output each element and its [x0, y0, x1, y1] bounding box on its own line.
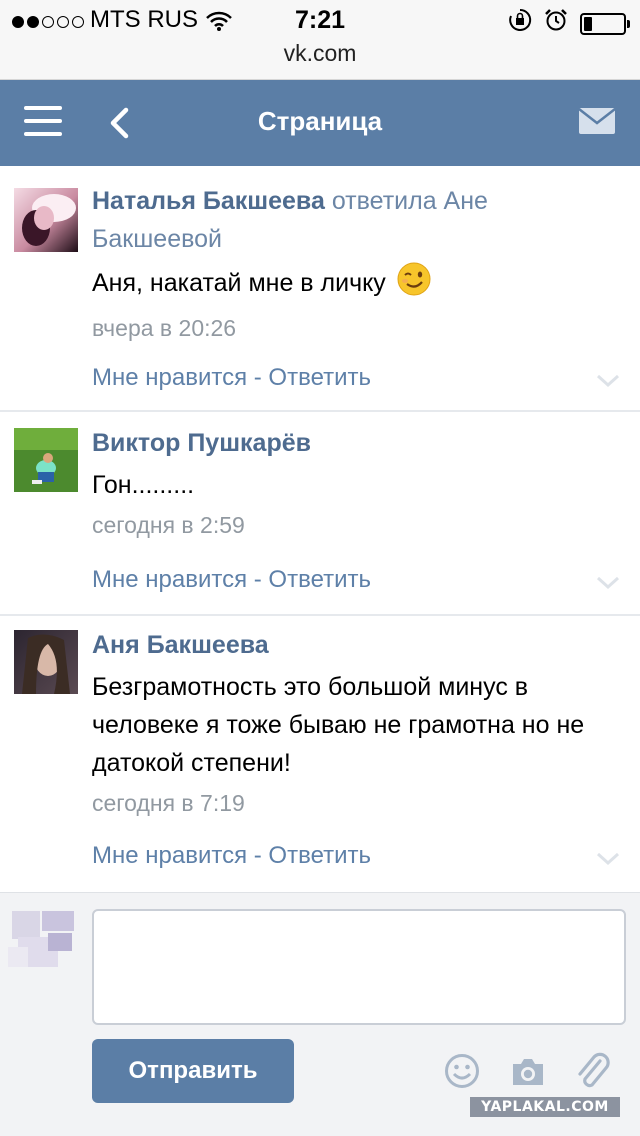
- page-title: Страница: [257, 106, 383, 136]
- comment-item: Аня Бакшеева Безграмотность это большой …: [0, 616, 640, 892]
- alarm-icon: [544, 8, 568, 39]
- comment-actions: Мне нравится - Ответить: [92, 364, 371, 392]
- winking-face-emoji-icon: [397, 262, 431, 307]
- author-name[interactable]: Виктор Пушкарёв: [92, 429, 311, 457]
- comment-text: Гон.........: [92, 471, 195, 499]
- comment-text-content: Аня, накатай мне в личку: [92, 269, 386, 298]
- avatar[interactable]: [14, 630, 78, 694]
- watermark: YAPLAKAL.COM: [470, 1097, 620, 1117]
- comment-text: Аня, накатай мне в личку: [92, 262, 620, 307]
- like-link[interactable]: Мне нравится: [92, 364, 247, 391]
- reply-link[interactable]: Ответить: [268, 842, 371, 869]
- action-separator: -: [247, 364, 269, 391]
- rotation-lock-icon: [508, 8, 532, 39]
- comment-author[interactable]: Наталья Бакшеева ответила Ане Бакшеевой: [92, 182, 620, 258]
- comment-item: Виктор Пушкарёв Гон......... сегодня в 2…: [0, 412, 640, 616]
- send-button[interactable]: Отправить: [92, 1039, 294, 1103]
- comment-author[interactable]: Аня Бакшеева: [92, 626, 620, 664]
- envelope-icon[interactable]: [578, 107, 616, 140]
- comment-author[interactable]: Виктор Пушкарёв: [92, 424, 620, 462]
- app-header: Страница: [0, 80, 640, 166]
- comments-list: Наталья Бакшеева ответила Ане Бакшеевой …: [0, 166, 640, 892]
- comment-timestamp: сегодня в 2:59: [92, 512, 245, 538]
- comment-timestamp: вчера в 20:26: [92, 315, 237, 341]
- like-link[interactable]: Мне нравится: [92, 566, 247, 593]
- reply-link[interactable]: Ответить: [268, 364, 371, 391]
- action-separator: -: [247, 566, 269, 593]
- author-name[interactable]: Аня Бакшеева: [92, 631, 269, 659]
- action-separator: -: [247, 842, 269, 869]
- avatar[interactable]: [14, 188, 78, 252]
- comment-text: Безграмотность это большой минус в челов…: [92, 673, 585, 777]
- camera-icon[interactable]: [510, 1057, 546, 1092]
- battery-icon: [580, 12, 630, 35]
- comment-item: Наталья Бакшеева ответила Ане Бакшеевой …: [0, 166, 640, 412]
- chevron-down-icon[interactable]: [596, 576, 620, 590]
- comment-actions: Мне нравится - Ответить: [92, 842, 371, 870]
- paperclip-icon[interactable]: [574, 1051, 610, 1096]
- chevron-down-icon[interactable]: [596, 852, 620, 866]
- smiley-icon[interactable]: [444, 1053, 480, 1094]
- comment-input[interactable]: [92, 909, 626, 1025]
- battery-level: [584, 16, 592, 31]
- avatar[interactable]: [14, 428, 78, 492]
- chevron-down-icon[interactable]: [596, 374, 620, 388]
- author-name[interactable]: Наталья Бакшеева: [92, 187, 325, 215]
- like-link[interactable]: Мне нравится: [92, 842, 247, 869]
- avatar: [8, 907, 78, 977]
- comment-actions: Мне нравится - Ответить: [92, 566, 371, 594]
- comment-timestamp: сегодня в 7:19: [92, 790, 245, 816]
- status-bar: MTS RUS 7:21 vk.com: [0, 0, 640, 80]
- page-url[interactable]: vk.com: [0, 40, 640, 67]
- reply-link[interactable]: Ответить: [268, 566, 371, 593]
